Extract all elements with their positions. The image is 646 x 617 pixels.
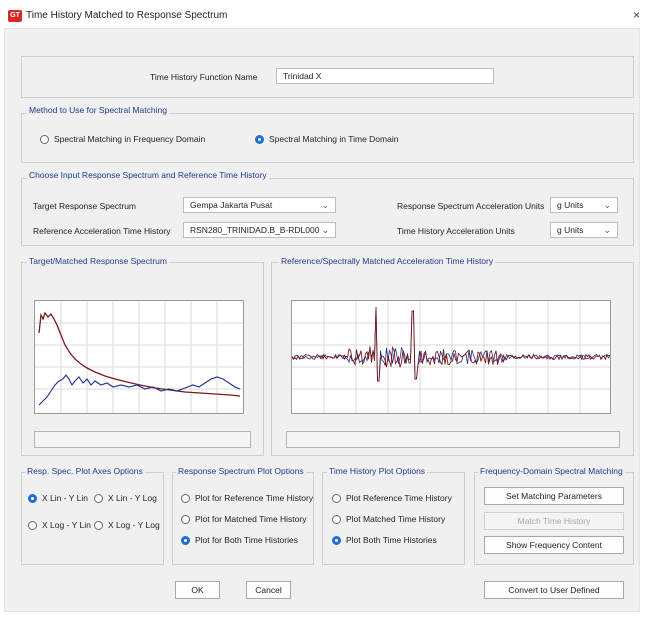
radio-label: Spectral Matching in Time Domain: [269, 134, 399, 144]
radio-indicator: [332, 493, 341, 503]
radio-indicator: [28, 520, 37, 530]
radio-label: X Log - Y Log: [108, 520, 160, 530]
radio-label: Plot Reference Time History: [346, 493, 452, 503]
cancel-button[interactable]: Cancel: [246, 581, 291, 599]
spectrum-status-bar: [34, 431, 251, 448]
radio-label: Plot for Matched Time History: [195, 514, 307, 524]
method-group-title: Method to Use for Spectral Matching: [27, 105, 169, 115]
target-rs-value: Gempa Jakarta Pusat: [190, 200, 273, 210]
chevron-down-icon: ⌄: [603, 200, 611, 210]
target-rs-select[interactable]: Gempa Jakarta Pusat ⌄: [183, 197, 336, 213]
function-name-input[interactable]: Trinidad X: [276, 68, 494, 84]
radio-label: Plot for Reference Time History: [195, 493, 314, 503]
radio-label: Spectral Matching in Frequency Domain: [54, 134, 206, 144]
spectrum-plot-svg: [35, 301, 243, 413]
matched-timehistory-line: [291, 306, 611, 382]
freq-domain-title: Frequency-Domain Spectral Matching: [478, 466, 625, 476]
th-plot-matched-radio[interactable]: Plot Matched Time History: [332, 514, 445, 524]
chevron-down-icon: ⌄: [321, 225, 329, 235]
radio-indicator-selected: [255, 134, 264, 144]
axes-xlog-ylin-radio[interactable]: X Log - Y Lin: [28, 520, 91, 530]
ref-th-value: RSN280_TRINIDAD.B_B-RDL000: [190, 225, 320, 235]
spectrum-plot: [34, 300, 244, 414]
window-title: Time History Matched to Response Spectru…: [26, 10, 228, 21]
rs-plot-both-radio[interactable]: Plot for Both Time Histories: [181, 535, 298, 545]
radio-label: X Lin - Y Log: [108, 493, 157, 503]
match-time-history-button[interactable]: Match Time History: [484, 512, 624, 530]
ref-th-label: Reference Acceleration Time History: [33, 226, 171, 236]
ref-th-select[interactable]: RSN280_TRINIDAD.B_B-RDL000 ⌄: [183, 222, 336, 238]
radio-indicator: [94, 520, 103, 530]
show-frequency-content-button[interactable]: Show Frequency Content: [484, 536, 624, 554]
radio-indicator: [181, 493, 190, 503]
rs-plot-matched-radio[interactable]: Plot for Matched Time History: [181, 514, 306, 524]
axes-options-title: Resp. Spec. Plot Axes Options: [25, 466, 145, 476]
radio-indicator-selected: [28, 493, 37, 503]
radio-indicator: [94, 493, 103, 503]
radio-label: Plot Both Time Histories: [346, 535, 437, 545]
chevron-down-icon: ⌄: [603, 225, 611, 235]
rs-plot-reference-radio[interactable]: Plot for Reference Time History: [181, 493, 313, 503]
inputs-group-title: Choose Input Response Spectrum and Refer…: [27, 170, 269, 180]
timehistory-plot-title: Reference/Spectrally Matched Acceleratio…: [279, 256, 496, 266]
th-units-label: Time History Acceleration Units: [397, 226, 515, 236]
th-plot-both-radio[interactable]: Plot Both Time Histories: [332, 535, 437, 545]
timehistory-plot: [291, 300, 611, 414]
timehistory-plot-svg: [291, 301, 611, 413]
radio-indicator: [181, 514, 190, 524]
axes-xlog-ylog-radio[interactable]: X Log - Y Log: [94, 520, 160, 530]
th-plot-reference-radio[interactable]: Plot Reference Time History: [332, 493, 452, 503]
chevron-down-icon: ⌄: [321, 200, 329, 210]
ok-button[interactable]: OK: [175, 581, 220, 599]
title-bar: GT Time History Matched to Response Spec…: [0, 0, 646, 28]
axes-xlin-ylog-radio[interactable]: X Lin - Y Log: [94, 493, 157, 503]
th-plot-options-title: Time History Plot Options: [327, 466, 428, 476]
timehistory-status-bar: [286, 431, 620, 448]
reference-timehistory-line: [291, 306, 611, 382]
method-frequency-domain-radio[interactable]: Spectral Matching in Frequency Domain: [40, 134, 205, 144]
app-icon: GT: [8, 10, 22, 22]
rs-plot-options-title: Response Spectrum Plot Options: [176, 466, 306, 476]
radio-indicator: [332, 514, 341, 524]
axes-xlin-ylin-radio[interactable]: X Lin - Y Lin: [28, 493, 88, 503]
radio-label: X Lin - Y Lin: [42, 493, 88, 503]
rs-units-value: g Units: [557, 200, 584, 210]
close-icon[interactable]: ×: [633, 8, 640, 22]
axes-options-group: [21, 472, 164, 565]
th-units-value: g Units: [557, 225, 584, 235]
rs-units-select[interactable]: g Units ⌄: [550, 197, 618, 213]
radio-label: Plot for Both Time Histories: [195, 535, 298, 545]
convert-to-user-defined-button[interactable]: Convert to User Defined: [484, 581, 624, 599]
rs-units-label: Response Spectrum Acceleration Units: [397, 201, 545, 211]
th-units-select[interactable]: g Units ⌄: [550, 222, 618, 238]
radio-label: X Log - Y Lin: [42, 520, 91, 530]
method-time-domain-radio[interactable]: Spectral Matching in Time Domain: [255, 134, 398, 144]
function-name-label: Time History Function Name: [150, 72, 258, 82]
radio-label: Plot Matched Time History: [346, 514, 446, 524]
spectrum-plot-title: Target/Matched Response Spectrum: [27, 256, 169, 266]
radio-indicator: [40, 134, 49, 144]
set-matching-parameters-button[interactable]: Set Matching Parameters: [484, 487, 624, 505]
radio-indicator-selected: [181, 535, 190, 545]
target-rs-label: Target Response Spectrum: [33, 201, 136, 211]
radio-indicator-selected: [332, 535, 341, 545]
